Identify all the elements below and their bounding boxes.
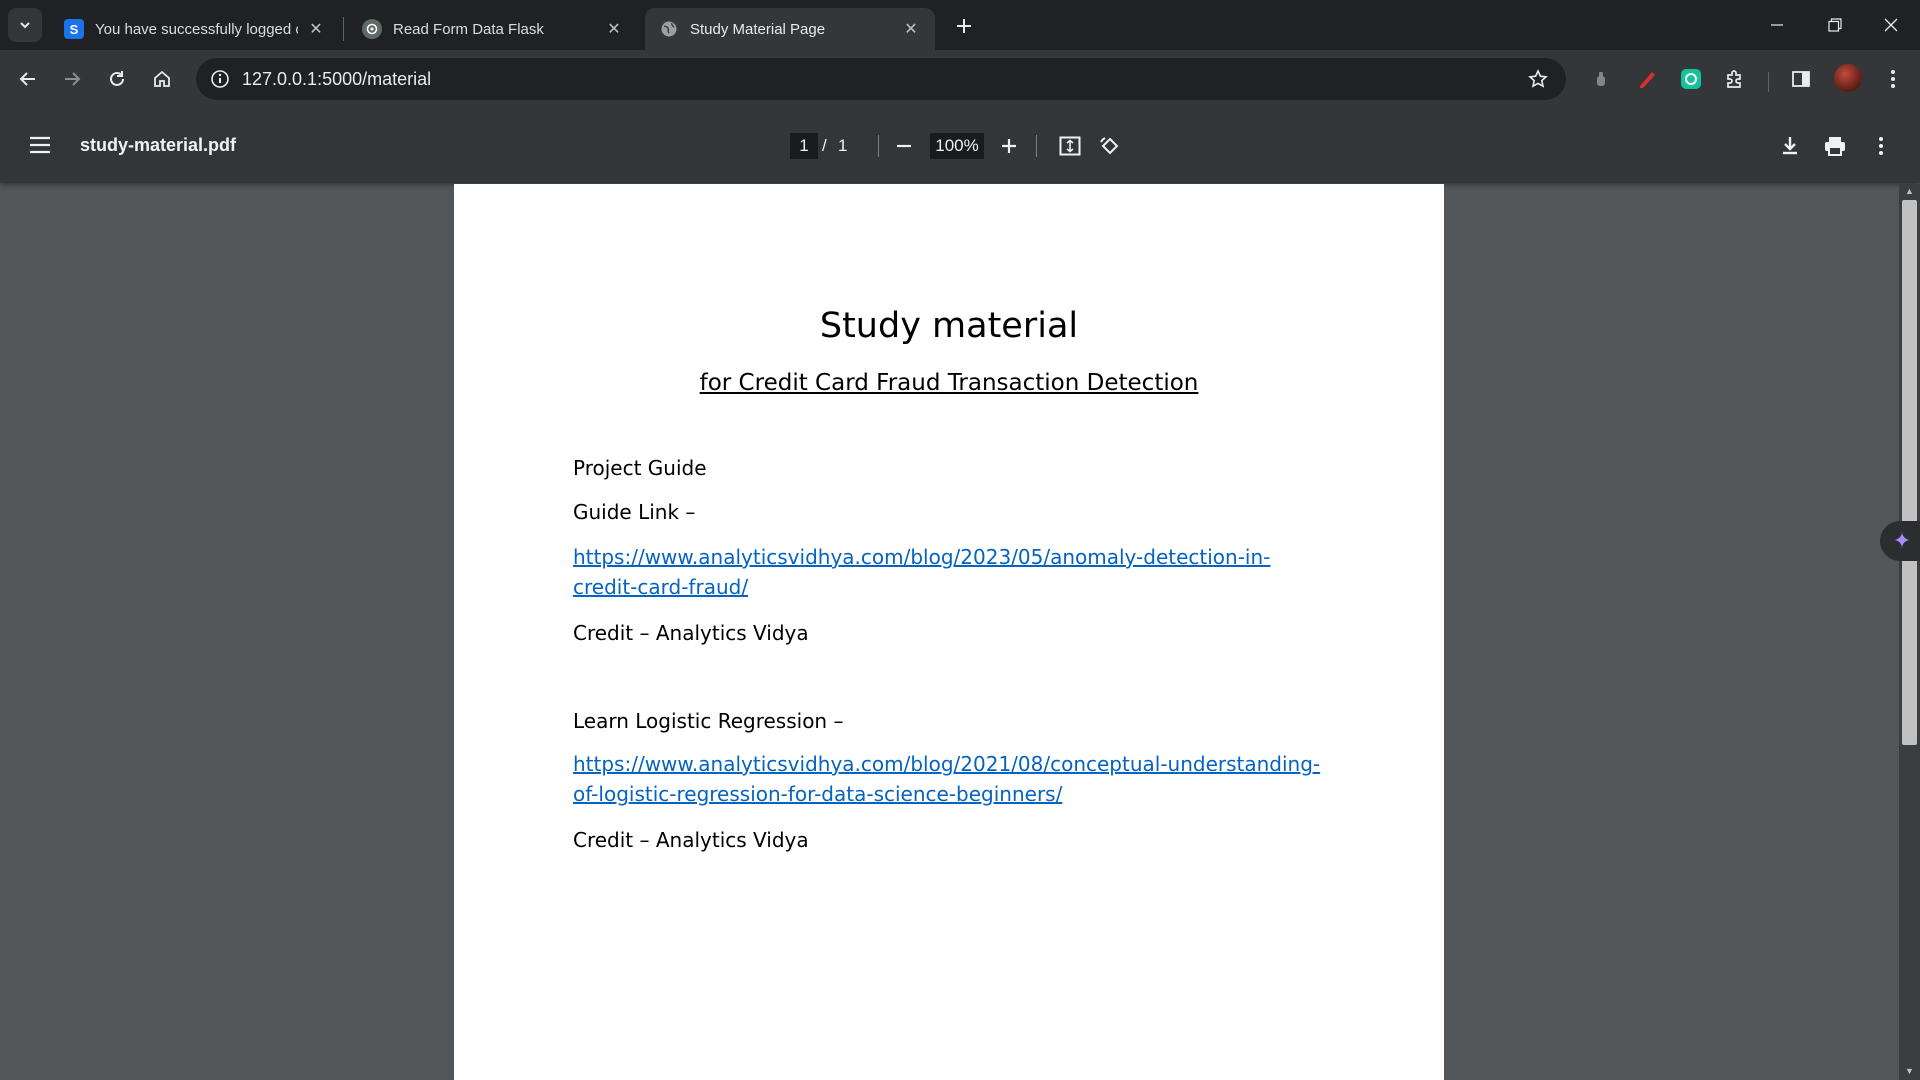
new-tab-button[interactable]	[948, 10, 980, 42]
grammarly-extension-icon[interactable]	[1676, 64, 1706, 94]
print-button[interactable]	[1818, 129, 1852, 163]
bookmark-star-icon[interactable]	[1522, 63, 1554, 95]
more-vert-icon	[1879, 137, 1883, 155]
page-total: 1	[838, 136, 848, 155]
print-icon	[1825, 137, 1845, 156]
guide-link[interactable]: https://www.analyticsvidhya.com/blog/202…	[573, 542, 1333, 602]
back-button[interactable]	[10, 61, 46, 97]
credit-text: Credit – Analytics Vidya	[573, 828, 809, 852]
rotate-button[interactable]	[1093, 129, 1127, 163]
zoom-level-input[interactable]: 100%	[930, 133, 984, 159]
browser-toolbar: 127.0.0.1:5000/material	[0, 50, 1920, 108]
close-icon[interactable]: ✕	[604, 19, 624, 39]
toolbar-divider	[1036, 135, 1037, 157]
minus-icon	[897, 144, 911, 148]
tab-divider	[343, 17, 344, 41]
profile-avatar[interactable]	[1834, 64, 1862, 92]
plus-icon	[957, 19, 971, 33]
site-info-icon[interactable]	[204, 63, 236, 95]
restore-button[interactable]	[1806, 0, 1864, 50]
arrow-right-icon	[65, 72, 81, 86]
tab-title: Study Material Page	[690, 20, 826, 38]
sparkle-assistant-icon[interactable]: ✦	[1880, 521, 1920, 561]
tab-favicon: S	[64, 19, 84, 39]
close-icon	[1884, 18, 1898, 32]
document-subtitle: for Credit Card Fraud Transaction Detect…	[699, 370, 1199, 396]
forward-button[interactable]	[54, 61, 90, 97]
pen-extension-icon[interactable]	[1632, 64, 1662, 94]
pdf-toolbar: study-material.pdf 1 / 1 100%	[0, 108, 1920, 183]
close-icon[interactable]: ✕	[901, 19, 921, 39]
extension-gray-icon[interactable]	[1586, 64, 1616, 94]
minimize-icon	[1771, 24, 1783, 26]
browser-menu-icon[interactable]	[1878, 64, 1908, 94]
download-icon	[1783, 137, 1797, 155]
scroll-up-arrow-icon[interactable]: ▲	[1901, 184, 1918, 198]
pdf-page: Study material for Credit Card Fraud Tra…	[454, 184, 1444, 1080]
plus-icon	[1002, 139, 1016, 153]
hamburger-menu-icon	[30, 136, 50, 154]
zoom-in-button[interactable]	[992, 129, 1026, 163]
logistic-regression-label: Learn Logistic Regression –	[573, 709, 844, 733]
pdf-sidebar-menu-button[interactable]	[22, 127, 58, 163]
pdf-more-options-button[interactable]	[1864, 129, 1898, 163]
page-number-input[interactable]: 1	[790, 133, 818, 159]
chevron-down-icon	[20, 22, 30, 29]
tab-read-form-data[interactable]: Read Form Data Flask ✕	[348, 8, 638, 50]
restore-icon	[1828, 18, 1842, 32]
logistic-regression-link[interactable]: https://www.analyticsvidhya.com/blog/202…	[573, 749, 1333, 809]
reload-button[interactable]	[99, 61, 135, 97]
side-panel-icon[interactable]	[1786, 64, 1816, 94]
close-icon[interactable]: ✕	[306, 19, 326, 39]
rotate-icon	[1100, 137, 1119, 155]
document-title: Study material	[819, 306, 1079, 346]
pdf-filename: study-material.pdf	[80, 135, 237, 155]
fit-page-icon	[1059, 136, 1081, 156]
home-button[interactable]	[144, 61, 180, 97]
scroll-down-arrow-icon[interactable]: ▼	[1901, 1064, 1918, 1078]
guide-link-label: Guide Link –	[573, 500, 696, 524]
tab-search-button[interactable]	[8, 8, 42, 42]
arrow-left-icon	[19, 72, 35, 86]
url-text[interactable]: 127.0.0.1:5000/material	[242, 58, 431, 100]
close-window-button[interactable]	[1862, 0, 1920, 50]
openai-icon	[362, 19, 382, 39]
download-button[interactable]	[1773, 129, 1807, 163]
tab-title: Read Form Data Flask	[393, 20, 544, 38]
tab-strip: S You have successfully logged out ✕ Rea…	[0, 0, 1920, 50]
page-separator: /	[822, 136, 827, 155]
fit-to-page-button[interactable]	[1053, 129, 1087, 163]
address-bar[interactable]: 127.0.0.1:5000/material	[196, 58, 1566, 100]
tab-study-material[interactable]: Study Material Page ✕	[645, 8, 935, 50]
home-icon	[154, 70, 170, 87]
globe-icon	[659, 19, 679, 39]
project-guide-heading: Project Guide	[573, 456, 707, 480]
credit-text: Credit – Analytics Vidya	[573, 621, 809, 645]
toolbar-divider	[1768, 72, 1769, 92]
scrollbar-thumb[interactable]	[1902, 200, 1917, 745]
toolbar-divider	[878, 135, 879, 157]
minimize-button[interactable]	[1748, 0, 1806, 50]
tab-title: You have successfully logged out	[95, 20, 298, 38]
extensions-puzzle-icon[interactable]	[1720, 64, 1750, 94]
zoom-out-button[interactable]	[887, 129, 921, 163]
tab-logged-out[interactable]: S You have successfully logged out ✕	[50, 8, 340, 50]
reload-icon	[110, 71, 124, 86]
